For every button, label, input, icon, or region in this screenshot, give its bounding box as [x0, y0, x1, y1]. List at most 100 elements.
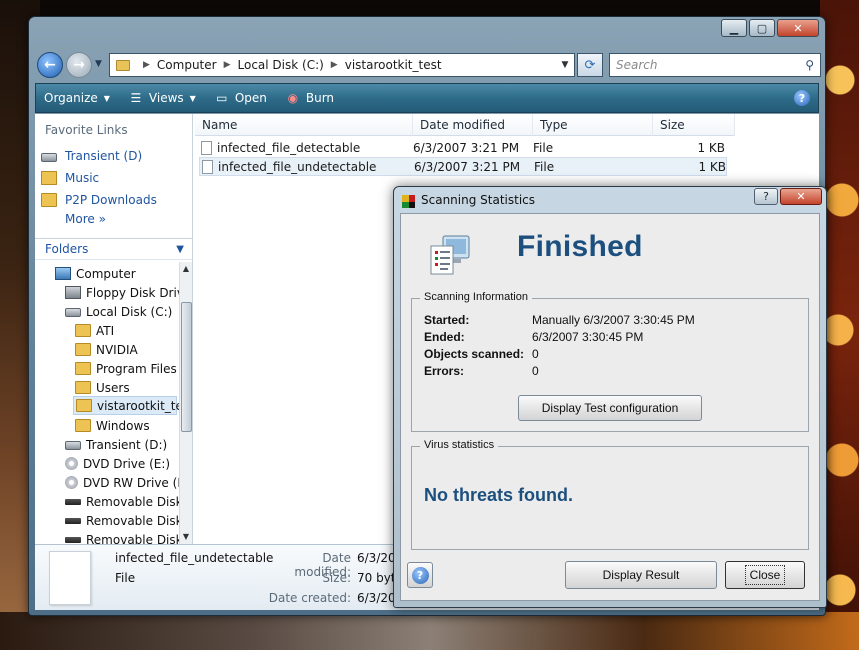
folder-icon	[76, 399, 92, 412]
double-chevron-icon: »	[98, 212, 106, 226]
breadcrumb-local-disk[interactable]: Local Disk (C:)	[238, 58, 324, 72]
tree-item-removable-disk[interactable]: Removable Disk	[65, 511, 180, 530]
favorite-link-label: P2P Downloads	[65, 193, 157, 207]
breadcrumb-computer[interactable]: Computer	[157, 58, 217, 72]
dialog-close-button[interactable]: ✕	[780, 188, 822, 205]
tree-item-ati[interactable]: ATI	[75, 321, 114, 340]
floppy-drive-icon	[65, 286, 81, 299]
tree-item-label: ATI	[96, 323, 115, 338]
search-box[interactable]: Search ⚲	[609, 53, 821, 77]
burn-disc-icon: ◉	[287, 91, 299, 105]
scanning-information-legend: Scanning Information	[420, 291, 532, 303]
help-icon: ?	[411, 566, 429, 584]
folders-label: Folders	[45, 242, 89, 256]
tree-item-nvidia[interactable]: NVIDIA	[75, 340, 138, 359]
removable-disk-icon	[65, 536, 81, 543]
forward-button[interactable]: →	[66, 52, 92, 78]
tree-item-label: Computer	[76, 266, 136, 281]
table-row[interactable]: infected_file_detectable 6/3/2007 3:21 P…	[199, 138, 725, 157]
recent-pages-dropdown[interactable]: ▼	[95, 59, 102, 69]
favorite-link-p2p[interactable]: P2P Downloads	[41, 190, 157, 210]
column-header-date-modified[interactable]: Date modified	[413, 114, 533, 136]
organize-button[interactable]: Organize ▼	[36, 84, 120, 112]
column-headers: Name Date modified Type Size	[195, 114, 735, 136]
tree-item-label: Removable Disk	[86, 513, 180, 528]
display-test-configuration-button[interactable]: Display Test configuration	[518, 395, 702, 421]
address-bar[interactable]: ▶ Computer ▶ Local Disk (C:) ▶ vistaroot…	[109, 53, 575, 77]
tree-item-floppy[interactable]: Floppy Disk Drive	[65, 283, 180, 302]
burn-button[interactable]: ◉ Burn	[277, 84, 344, 112]
back-button[interactable]: ←	[37, 52, 63, 78]
scan-status-heading: Finished	[517, 230, 643, 263]
dialog-title: Scanning Statistics	[421, 193, 536, 207]
tree-item-computer[interactable]: Computer	[55, 264, 136, 283]
column-header-size[interactable]: Size	[653, 114, 735, 136]
scroll-down-icon[interactable]: ▼	[180, 530, 192, 544]
breadcrumb-current-folder[interactable]: vistarootkit_test	[345, 58, 442, 72]
more-links[interactable]: More »	[65, 212, 106, 226]
breadcrumb-arrow-icon[interactable]: ▶	[331, 60, 338, 70]
favorite-link-label: Transient (D)	[65, 149, 143, 163]
dialog-body: Finished Scanning Information Started: M…	[400, 213, 820, 601]
search-input[interactable]: Search	[616, 58, 658, 72]
command-toolbar: Organize ▼ ☰ Views ▼ ▭ Open ◉ Burn ?	[35, 83, 819, 113]
tree-item-local-disk[interactable]: Local Disk (C:)	[65, 302, 172, 321]
file-size: 1 KB	[697, 140, 725, 155]
tree-scrollbar[interactable]: ▲ ▼	[179, 262, 192, 544]
favorite-link-transient[interactable]: Transient (D)	[41, 146, 142, 166]
tree-item-label: Transient (D:)	[86, 437, 168, 452]
dialog-help-button[interactable]: ?	[754, 188, 778, 205]
drive-icon	[65, 441, 81, 450]
folder-icon	[75, 419, 91, 432]
errors-value: 0	[532, 364, 539, 378]
started-value: Manually 6/3/2007 3:30:45 PM	[532, 313, 695, 327]
tree-item-program-files[interactable]: Program Files	[75, 359, 177, 378]
column-header-type[interactable]: Type	[533, 114, 653, 136]
drive-icon	[41, 152, 57, 162]
scrollbar-thumb[interactable]	[181, 302, 192, 432]
folder-icon	[75, 381, 91, 394]
close-dialog-button[interactable]: Close	[725, 561, 805, 589]
dvd-drive-icon	[65, 457, 78, 470]
folder-icon	[41, 193, 57, 207]
column-header-name[interactable]: Name	[195, 114, 413, 136]
tree-item-users[interactable]: Users	[75, 378, 130, 397]
search-icon[interactable]: ⚲	[805, 58, 814, 72]
display-test-configuration-label: Display Test configuration	[541, 401, 679, 415]
help-icon[interactable]: ?	[794, 90, 810, 106]
maximize-button[interactable]: ▢	[749, 19, 775, 37]
close-button[interactable]: ✕	[777, 19, 819, 37]
open-button[interactable]: ▭ Open	[206, 84, 277, 112]
tree-item-dvd-drive[interactable]: DVD Drive (E:)	[65, 454, 170, 473]
local-disk-icon	[65, 308, 81, 317]
table-row[interactable]: infected_file_undetectable 6/3/2007 3:21…	[199, 157, 727, 176]
breadcrumb-arrow-icon[interactable]: ▶	[143, 60, 150, 70]
refresh-button[interactable]: ⟳	[577, 53, 603, 77]
minimize-button[interactable]: ▁	[721, 19, 747, 37]
tree-item-label: Removable Disk	[86, 532, 180, 545]
folders-toggle[interactable]: Folders ▼	[35, 238, 192, 260]
file-icon	[202, 159, 213, 174]
breadcrumb-arrow-icon[interactable]: ▶	[224, 60, 231, 70]
tree-item-transient[interactable]: Transient (D:)	[65, 435, 167, 454]
tree-item-removable-disk[interactable]: Removable Disk	[65, 492, 180, 511]
display-result-button[interactable]: Display Result	[565, 561, 717, 589]
music-folder-icon	[41, 171, 57, 185]
navigation-pane: Favorite Links Transient (D) Music P2P D…	[35, 114, 193, 544]
tree-item-removable-disk[interactable]: Removable Disk	[65, 530, 180, 544]
window-controls: ▁ ▢ ✕	[721, 19, 819, 37]
folder-icon	[75, 362, 91, 375]
close-label: Close	[744, 565, 786, 585]
scroll-up-icon[interactable]: ▲	[180, 262, 192, 276]
file-size: 1 KB	[698, 159, 726, 174]
help-button[interactable]: ?	[407, 562, 433, 588]
tree-item-vistarootkit-test[interactable]: vistarootkit_test	[73, 396, 180, 415]
tree-item-dvd-rw-drive[interactable]: DVD RW Drive (F	[65, 473, 180, 492]
virus-statistics-group: Virus statistics No threats found.	[411, 439, 809, 550]
address-dropdown-icon[interactable]: ▼	[556, 60, 574, 70]
chevron-down-icon: ▼	[103, 93, 110, 103]
tree-item-windows[interactable]: Windows	[75, 416, 150, 435]
favorite-link-music[interactable]: Music	[41, 168, 99, 188]
navigation-bar: ← → ▼ ▶ Computer ▶ Local Disk (C:) ▶ vis…	[35, 49, 821, 79]
views-button[interactable]: ☰ Views ▼	[120, 84, 206, 112]
